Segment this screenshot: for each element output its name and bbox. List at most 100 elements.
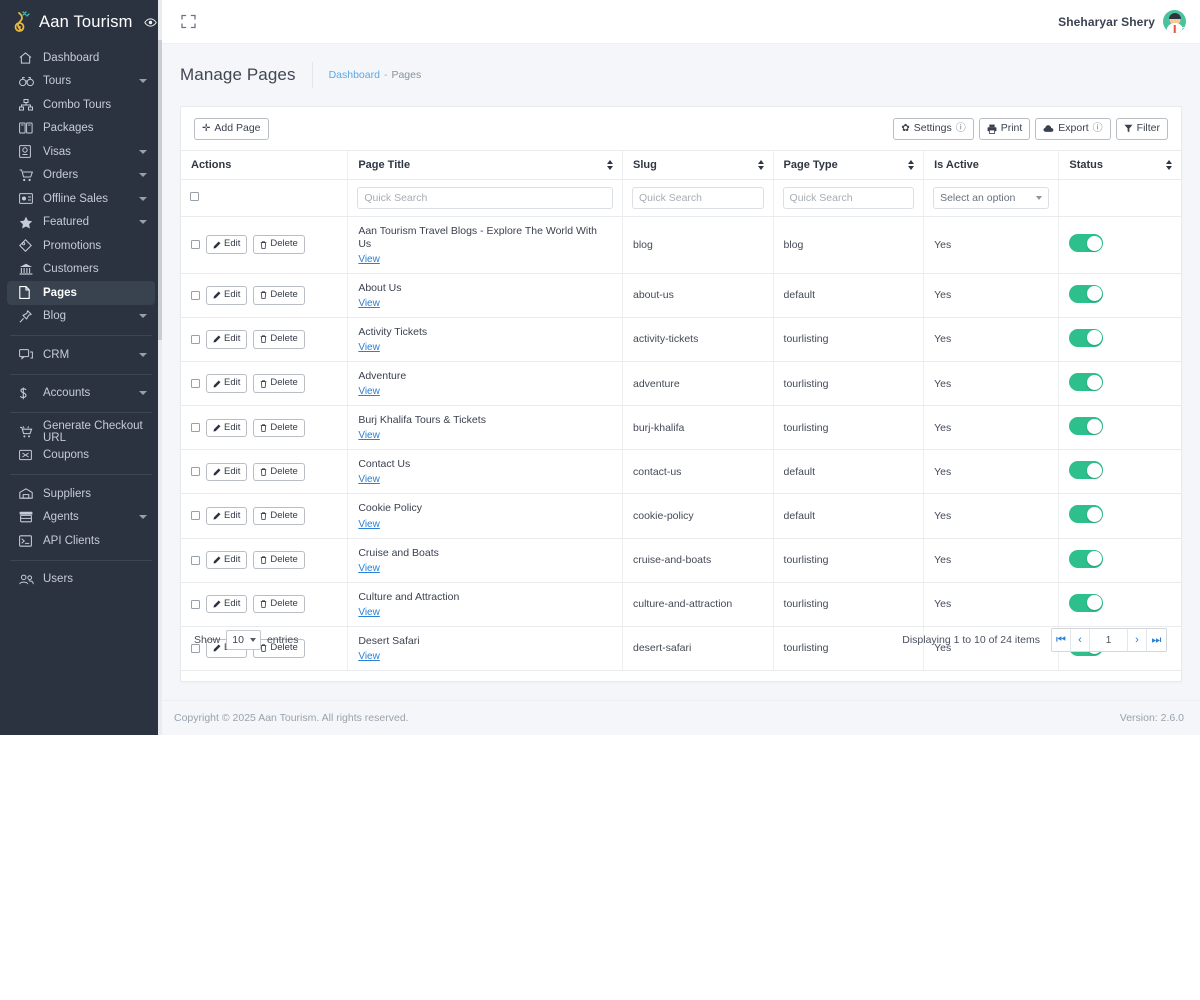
sidebar-item-coupons[interactable]: Coupons — [7, 444, 155, 468]
breadcrumb-dashboard-link[interactable]: Dashboard — [329, 69, 380, 81]
delete-button[interactable]: Delete — [253, 506, 305, 526]
col-status[interactable]: Status — [1058, 149, 1181, 180]
delete-button[interactable]: Delete — [253, 374, 305, 393]
status-toggle[interactable] — [1069, 461, 1104, 480]
row-checkbox[interactable] — [191, 290, 200, 300]
row-checkbox[interactable] — [191, 467, 200, 477]
edit-button[interactable]: Edit — [206, 550, 248, 570]
sidebar-item-crm[interactable]: CRM — [7, 343, 155, 367]
sidebar-item-agents[interactable]: Agents — [7, 506, 155, 530]
chevron-down-icon[interactable] — [139, 314, 147, 319]
chevron-down-icon[interactable] — [139, 220, 147, 225]
export-button[interactable]: Export ⓘ — [1035, 118, 1111, 140]
chevron-down-icon[interactable] — [139, 79, 147, 84]
filter-button[interactable]: Filter — [1115, 118, 1168, 140]
sort-icon[interactable] — [757, 159, 764, 170]
chevron-down-icon[interactable] — [139, 196, 147, 201]
chevron-down-icon[interactable] — [139, 391, 147, 396]
delete-button[interactable]: Delete — [253, 286, 305, 305]
sidebar-item-pages[interactable]: Pages — [7, 281, 155, 305]
user-menu[interactable]: Sheharyar Shery — [1058, 10, 1186, 33]
page-type-quick-search-input[interactable] — [782, 186, 915, 209]
sidebar-item-packages[interactable]: Packages — [7, 117, 155, 141]
sort-icon[interactable] — [908, 159, 915, 170]
select-all-checkbox[interactable] — [190, 191, 199, 201]
view-link[interactable]: View — [358, 386, 380, 397]
info-circle-icon[interactable]: ⓘ — [956, 123, 966, 134]
sidebar-item-users[interactable]: Users — [7, 568, 155, 592]
row-checkbox[interactable] — [191, 511, 200, 521]
edit-button[interactable]: Edit — [206, 374, 248, 393]
status-toggle[interactable] — [1069, 505, 1104, 524]
sidebar-item-combo-tours[interactable]: Combo Tours — [7, 93, 155, 117]
view-link[interactable]: View — [358, 254, 380, 265]
current-page-number[interactable]: 1 — [1090, 629, 1128, 651]
col-page-type[interactable]: Page Type — [773, 149, 925, 180]
next-page-icon[interactable]: › — [1128, 629, 1147, 651]
expand-icon[interactable] — [177, 11, 199, 33]
sidebar-item-suppliers[interactable]: Suppliers — [7, 482, 155, 506]
edit-button[interactable]: Edit — [206, 462, 248, 482]
last-page-icon[interactable]: ⏭ — [1147, 629, 1166, 651]
edit-button[interactable]: Edit — [206, 506, 248, 526]
delete-button[interactable]: Delete — [253, 462, 305, 482]
sidebar-item-generate-checkout-url[interactable]: Generate Checkout URL — [7, 420, 155, 444]
title-quick-search-input[interactable] — [357, 186, 613, 209]
slug-quick-search-input[interactable] — [631, 186, 764, 209]
chevron-down-icon[interactable] — [139, 352, 147, 357]
delete-button[interactable]: Delete — [253, 235, 305, 254]
delete-button[interactable]: Delete — [253, 330, 305, 349]
sidebar-item-api-clients[interactable]: API Clients — [7, 529, 155, 553]
brand[interactable]: Aan Tourism — [0, 0, 162, 44]
delete-button[interactable]: Delete — [253, 418, 305, 437]
prev-page-icon[interactable]: ‹ — [1071, 629, 1090, 651]
first-page-icon[interactable]: ⏮ — [1052, 629, 1071, 651]
col-slug[interactable]: Slug — [622, 149, 774, 180]
add-page-button[interactable]: ✛ Add Page — [194, 118, 269, 140]
view-link[interactable]: View — [358, 342, 380, 353]
sidebar-item-tours[interactable]: Tours — [7, 70, 155, 94]
view-link[interactable]: View — [358, 430, 380, 441]
edit-button[interactable]: Edit — [206, 418, 248, 437]
sidebar-item-customers[interactable]: Customers — [7, 258, 155, 282]
status-toggle[interactable] — [1069, 328, 1104, 347]
view-link[interactable]: View — [358, 563, 380, 574]
status-toggle[interactable] — [1069, 373, 1104, 392]
sort-icon[interactable] — [1166, 159, 1172, 170]
status-toggle[interactable] — [1069, 417, 1104, 436]
sidebar-item-dashboard[interactable]: Dashboard — [7, 46, 155, 70]
edit-button[interactable]: Edit — [206, 235, 248, 254]
sidebar-item-visas[interactable]: Visas — [7, 140, 155, 164]
sort-icon[interactable] — [606, 159, 613, 170]
view-link[interactable]: View — [358, 519, 380, 530]
page-size-select[interactable]: 10 — [226, 630, 261, 650]
sidebar-item-orders[interactable]: Orders — [7, 164, 155, 188]
view-link[interactable]: View — [358, 298, 380, 309]
row-checkbox[interactable] — [191, 240, 200, 250]
edit-button[interactable]: Edit — [206, 286, 248, 305]
sidebar-item-offline-sales[interactable]: Offline Sales — [7, 187, 155, 211]
info-circle-icon[interactable]: ⓘ — [1093, 123, 1103, 134]
sidebar-item-featured[interactable]: Featured — [7, 211, 155, 235]
row-checkbox[interactable] — [191, 555, 200, 565]
settings-button[interactable]: ✿ Settings ⓘ — [893, 118, 974, 140]
chevron-down-icon[interactable] — [139, 515, 147, 520]
row-checkbox[interactable] — [191, 334, 200, 344]
status-toggle[interactable] — [1069, 284, 1104, 303]
row-checkbox[interactable] — [191, 423, 200, 433]
status-toggle[interactable] — [1069, 549, 1104, 568]
is-active-select[interactable]: Select an option — [933, 186, 1050, 209]
sidebar-item-accounts[interactable]: Accounts — [7, 382, 155, 406]
avatar[interactable] — [1163, 10, 1186, 33]
eye-icon[interactable] — [143, 17, 157, 28]
edit-button[interactable]: Edit — [206, 330, 248, 349]
sidebar-item-blog[interactable]: Blog — [7, 305, 155, 329]
delete-button[interactable]: Delete — [253, 550, 305, 570]
chevron-down-icon[interactable] — [139, 173, 147, 178]
row-checkbox[interactable] — [191, 379, 200, 389]
sidebar-item-promotions[interactable]: Promotions — [7, 234, 155, 258]
chevron-down-icon[interactable] — [139, 149, 147, 154]
print-button[interactable]: Print — [978, 118, 1031, 140]
status-toggle[interactable] — [1069, 234, 1104, 253]
view-link[interactable]: View — [358, 474, 380, 485]
